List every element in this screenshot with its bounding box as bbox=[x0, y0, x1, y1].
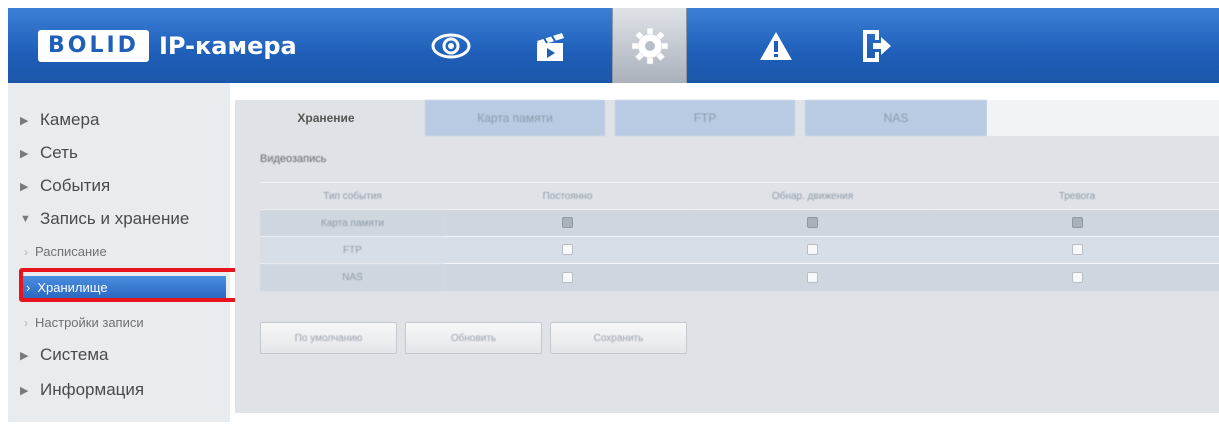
sidebar-item-label: Камера bbox=[40, 110, 100, 129]
expand-arrow-icon: ▶ bbox=[20, 349, 29, 362]
column-header: Обнар. движения bbox=[690, 182, 935, 210]
chevron-right-icon: › bbox=[24, 244, 28, 259]
sidebar-item-label: События bbox=[40, 176, 111, 195]
sidebar-subitem-record-settings[interactable]: › Настройки записи bbox=[24, 315, 144, 330]
tab-storage[interactable]: Хранение bbox=[235, 100, 417, 136]
column-header: Постоянно bbox=[445, 182, 690, 210]
expand-arrow-icon: ▶ bbox=[20, 114, 29, 127]
tab-ftp[interactable]: FTP bbox=[615, 100, 795, 136]
tab-memory-card[interactable]: Карта памяти bbox=[425, 100, 605, 136]
checkbox[interactable] bbox=[807, 217, 818, 229]
table-cell bbox=[445, 263, 690, 291]
table-cell bbox=[935, 209, 1219, 237]
setup-gear-icon[interactable] bbox=[612, 8, 687, 83]
brand-logo: BOLID bbox=[38, 30, 149, 62]
selection-highlight-frame bbox=[19, 268, 240, 302]
column-header: Тревога bbox=[935, 182, 1219, 210]
row-label: Карта памяти bbox=[260, 209, 445, 237]
default-button[interactable]: По умолчанию bbox=[260, 322, 397, 354]
table-cell bbox=[690, 236, 935, 264]
alarm-warning-icon[interactable] bbox=[738, 8, 813, 83]
checkbox[interactable] bbox=[562, 244, 573, 256]
button-label: Сохранить bbox=[593, 332, 644, 344]
table-row: FTP bbox=[260, 236, 1219, 264]
storage-table: Тип события Постоянно Обнар. движения Тр… bbox=[260, 182, 1219, 291]
row-label: FTP bbox=[260, 236, 445, 264]
checkbox[interactable] bbox=[1071, 244, 1083, 256]
button-bar: По умолчанию Обновить Сохранить bbox=[260, 322, 687, 354]
main-panel: Хранение Карта памяти FTP NAS Видеозапис… bbox=[235, 100, 1219, 413]
table-cell bbox=[690, 263, 935, 291]
save-button[interactable]: Сохранить bbox=[550, 322, 687, 354]
sidebar-item-network[interactable]: ▶ Сеть bbox=[20, 143, 78, 163]
playback-clapperboard-icon[interactable] bbox=[513, 8, 588, 83]
sidebar-subitem-label: Настройки записи bbox=[35, 315, 144, 330]
checkbox[interactable] bbox=[562, 217, 573, 229]
table-cell bbox=[935, 263, 1219, 291]
table-cell bbox=[690, 209, 935, 237]
column-header: Тип события bbox=[260, 182, 445, 210]
collapse-arrow-icon: ▼ bbox=[20, 213, 31, 225]
checkbox[interactable] bbox=[807, 244, 818, 256]
chevron-right-icon: › bbox=[24, 315, 28, 330]
sidebar-item-label: Система bbox=[40, 345, 109, 364]
tab-bar: Хранение Карта памяти FTP NAS bbox=[235, 100, 1219, 136]
table-cell bbox=[935, 236, 1219, 264]
sidebar-subitem-schedule[interactable]: › Расписание bbox=[24, 244, 107, 259]
logout-icon[interactable] bbox=[838, 8, 913, 83]
tab-nas[interactable]: NAS bbox=[805, 100, 987, 136]
row-label: NAS bbox=[260, 263, 445, 291]
table-row: Карта памяти bbox=[260, 209, 1219, 237]
table-cell bbox=[445, 236, 690, 264]
sidebar-item-information[interactable]: ▶ Информация bbox=[20, 380, 144, 400]
top-header: BOLID IP-камера bbox=[8, 8, 1219, 83]
table-row: NAS bbox=[260, 263, 1219, 291]
sidebar-item-label: Информация bbox=[40, 380, 145, 399]
table-cell bbox=[445, 209, 690, 237]
sidebar-item-events[interactable]: ▶ События bbox=[20, 176, 110, 196]
checkbox[interactable] bbox=[807, 271, 818, 283]
live-view-eye-icon[interactable] bbox=[413, 8, 488, 83]
button-label: По умолчанию bbox=[294, 332, 363, 344]
section-title: Видеозапись bbox=[260, 153, 327, 165]
sidebar-menu: ▶ Камера ▶ Сеть ▶ События ▼ Запись и хра… bbox=[8, 83, 240, 422]
button-label: Обновить bbox=[450, 332, 497, 344]
refresh-button[interactable]: Обновить bbox=[405, 322, 542, 354]
expand-arrow-icon: ▶ bbox=[20, 384, 29, 397]
sidebar-subitem-label: Расписание bbox=[35, 244, 107, 259]
logo: BOLID IP-камера bbox=[38, 30, 297, 62]
tab-bar-filler bbox=[987, 100, 1219, 136]
sidebar-item-label: Сеть bbox=[40, 143, 78, 162]
expand-arrow-icon: ▶ bbox=[20, 180, 29, 193]
expand-arrow-icon: ▶ bbox=[20, 147, 29, 160]
sidebar-item-system[interactable]: ▶ Система bbox=[20, 345, 108, 365]
sidebar-item-label: Запись и хранение bbox=[40, 209, 190, 228]
sidebar-item-record-storage[interactable]: ▼ Запись и хранение bbox=[20, 209, 189, 229]
checkbox[interactable] bbox=[562, 271, 573, 283]
checkbox[interactable] bbox=[1071, 271, 1083, 283]
checkbox[interactable] bbox=[1071, 217, 1083, 229]
table-header-row: Тип события Постоянно Обнар. движения Тр… bbox=[260, 182, 1219, 210]
sidebar-item-camera[interactable]: ▶ Камера bbox=[20, 110, 99, 130]
app-title: IP-камера bbox=[158, 32, 297, 60]
